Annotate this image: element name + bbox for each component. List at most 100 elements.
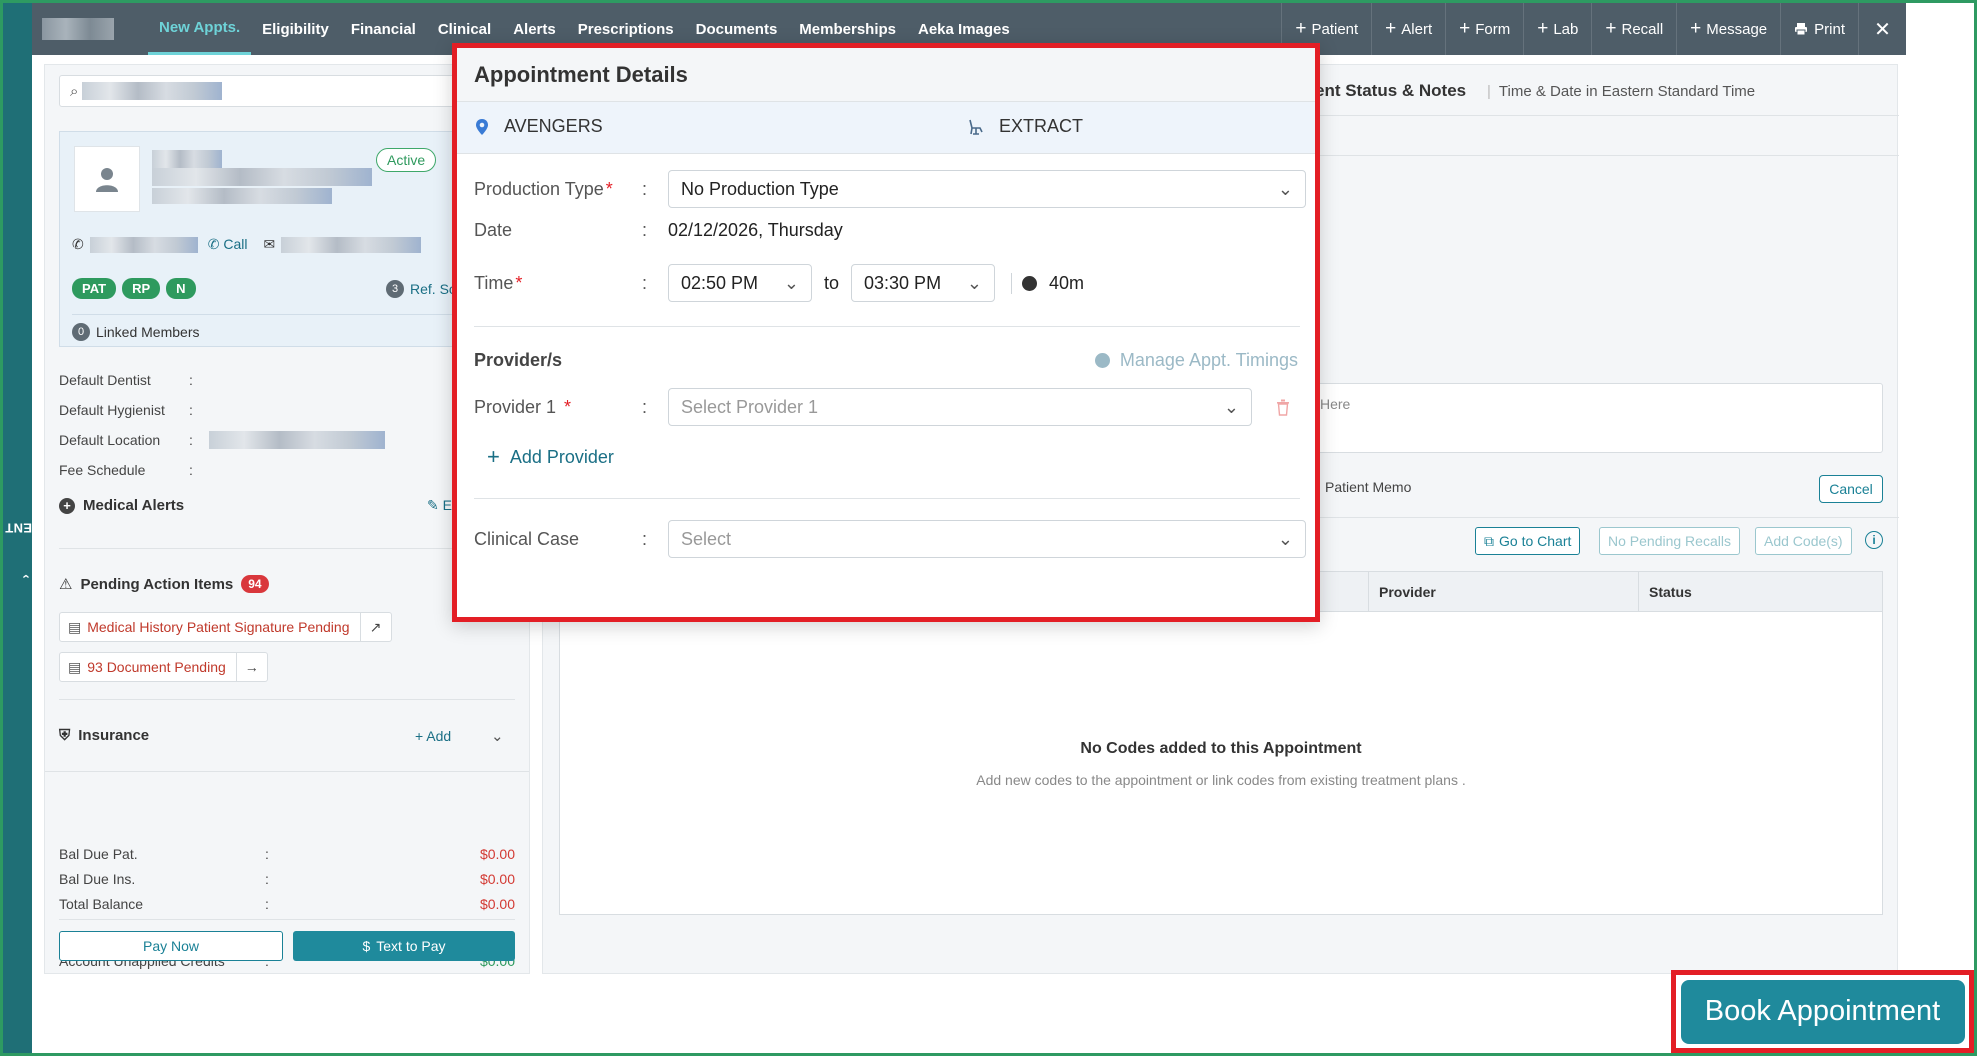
add-insurance-button[interactable]: + Add — [415, 728, 451, 744]
date-value[interactable]: 02/12/2026, Thursday — [668, 220, 843, 241]
bal-due-pat-value: $0.00 — [479, 845, 515, 862]
plus-icon: + — [487, 444, 500, 469]
patient-search-input[interactable]: ⌕ — [59, 75, 515, 107]
go-to-chart-button[interactable]: ⧉ Go to Chart — [1475, 527, 1581, 555]
arrow-right-icon[interactable]: → — [237, 659, 267, 675]
linked-members-label: Linked Members — [96, 324, 200, 340]
add-recall-button[interactable]: + Recall — [1591, 3, 1676, 55]
add-message-label: Message — [1706, 20, 1768, 38]
col-status: Status — [1638, 572, 1884, 612]
patient-memo-link[interactable]: Patient Memo — [1325, 479, 1411, 495]
plus-circle-icon[interactable]: + — [59, 497, 75, 514]
provider1-label: Provider 1 — [474, 396, 557, 417]
text-to-pay-button[interactable]: $ Text to Pay — [293, 931, 515, 961]
codes-table: Provider Status No Codes added to this A… — [559, 571, 1883, 915]
col-provider: Provider — [1368, 572, 1638, 612]
info-icon[interactable]: i — [1865, 531, 1883, 549]
start-time-select[interactable]: 02:50 PM ⌄ — [668, 264, 812, 302]
clinical-case-select[interactable]: Select ⌄ — [668, 520, 1306, 558]
logo — [32, 3, 148, 55]
provider1-select[interactable]: Select Provider 1 ⌄ — [668, 388, 1252, 426]
clock-icon — [1022, 275, 1038, 291]
tab-eligibility[interactable]: Eligibility — [251, 3, 340, 55]
tab-new-appts[interactable]: New Appts. — [148, 3, 252, 55]
user-icon — [96, 168, 118, 192]
dental-chair-icon — [969, 119, 983, 135]
tab-financial[interactable]: Financial — [340, 3, 427, 55]
top-actions: + Patient + Alert + Form + Lab + Recall + Mess… — [1281, 3, 1906, 55]
production-type-select[interactable]: No Production Type ⌄ — [668, 170, 1306, 208]
pending-item-signature[interactable]: ▤ Medical History Patient Signature Pendi… — [59, 612, 392, 642]
redacted-email — [281, 236, 422, 253]
insurance-label: Insurance — [78, 727, 150, 744]
add-form-button[interactable]: + Form — [1445, 3, 1523, 55]
add-lab-label: Lab — [1553, 20, 1579, 38]
bal-due-ins-value: $0.00 — [479, 870, 515, 887]
clinical-case-placeholder: Select — [681, 528, 732, 549]
manage-timings-label: Manage Appt. Timings — [1119, 350, 1298, 370]
default-hygienist-label: Default Hygienist — [59, 402, 165, 418]
default-dentist-label: Default Dentist — [59, 372, 151, 388]
pending-item-documents[interactable]: ▤ 93 Document Pending → — [59, 652, 268, 682]
production-type-value: No Production Type — [681, 178, 839, 199]
add-recall-label: Recall — [1621, 20, 1664, 38]
chevron-down-icon: ⌄ — [783, 272, 799, 293]
location-row: AVENGERS EXTRACT — [457, 102, 1315, 154]
printer-icon — [1795, 23, 1808, 36]
chevron-down-icon: ⌄ — [1277, 178, 1293, 199]
add-provider-label: Add Provider — [509, 446, 614, 467]
empty-state-subtitle: Add new codes to the appointment or link… — [976, 772, 1466, 788]
end-time-select[interactable]: 03:30 PM ⌄ — [851, 264, 996, 302]
pending-count-badge: 94 — [241, 575, 269, 593]
plus-icon: + — [1537, 18, 1549, 39]
modal-title: Appointment Details — [457, 48, 1315, 102]
insurance-section: ⛨ Insurance + Add ⌄ — [59, 727, 515, 745]
plus-icon: + — [1295, 18, 1307, 39]
referral-source-link[interactable]: 3 Ref. So — [386, 280, 457, 298]
add-form-label: Form — [1475, 20, 1511, 38]
book-appointment-button[interactable]: Book Appointment — [1680, 979, 1965, 1044]
cancel-button[interactable]: Cancel — [1819, 475, 1883, 503]
add-provider-button[interactable]: + Add Provider — [487, 444, 614, 470]
clinical-case-label: Clinical Case — [474, 528, 580, 549]
manage-appt-timings-button[interactable]: Manage Appt. Timings — [1094, 350, 1298, 371]
chevron-down-icon[interactable]: ⌄ — [491, 727, 504, 745]
add-insurance-label: Add — [426, 727, 452, 744]
add-lab-button[interactable]: + Lab — [1523, 3, 1591, 55]
warning-icon: ⚠ — [59, 576, 73, 593]
provider1-placeholder: Select Provider 1 — [681, 396, 819, 417]
pending-action-items: ⚠ Pending Action Items 94 — [59, 575, 269, 593]
call-button[interactable]: ✆ Call — [208, 236, 248, 253]
linked-members[interactable]: 0 Linked Members — [72, 314, 504, 341]
pay-now-button[interactable]: Pay Now — [59, 931, 283, 961]
external-link-icon[interactable]: ↗ — [361, 619, 391, 636]
redacted-phone — [89, 236, 198, 253]
delete-provider-icon[interactable] — [1275, 398, 1291, 416]
tag-pat: PAT — [72, 278, 117, 299]
tag-rp: RP — [122, 278, 161, 299]
bal-due-ins-label: Bal Due Ins. — [59, 870, 136, 887]
documents-icon: ▤ — [68, 658, 82, 675]
go-to-chart-label: Go to Chart — [1499, 533, 1572, 549]
status-badge: Active — [376, 148, 437, 172]
document-icon: ▤ — [68, 618, 82, 635]
add-alert-button[interactable]: + Alert — [1371, 3, 1445, 55]
close-button[interactable]: ✕ — [1858, 3, 1906, 55]
clinical-case-row: Clinical Case : Select ⌄ — [474, 520, 1306, 558]
pending-item2-label: 93 Document Pending — [87, 659, 226, 675]
call-label: Call — [223, 236, 248, 252]
dollar-icon: $ — [362, 938, 371, 954]
contact-row: ✆ ✆ Call ✉ — [72, 236, 422, 253]
patient-memo-tab[interactable]: PATIENT MEMO › — [0, 463, 61, 593]
production-type-label: Production Type — [474, 178, 604, 199]
pending-label: Pending Action Items — [80, 575, 234, 593]
notes-input[interactable]: Here — [1309, 383, 1883, 453]
print-button[interactable]: Print — [1780, 3, 1858, 55]
plus-icon: + — [1459, 18, 1471, 39]
book-appointment-highlight: Book Appointment — [1671, 970, 1974, 1053]
add-alert-label: Alert — [1401, 20, 1433, 38]
add-message-button[interactable]: + Message — [1676, 3, 1780, 55]
start-time-value: 02:50 PM — [681, 272, 759, 293]
add-codes-button[interactable]: Add Code(s) — [1755, 527, 1852, 555]
no-pending-recalls-button[interactable]: No Pending Recalls — [1599, 527, 1740, 555]
